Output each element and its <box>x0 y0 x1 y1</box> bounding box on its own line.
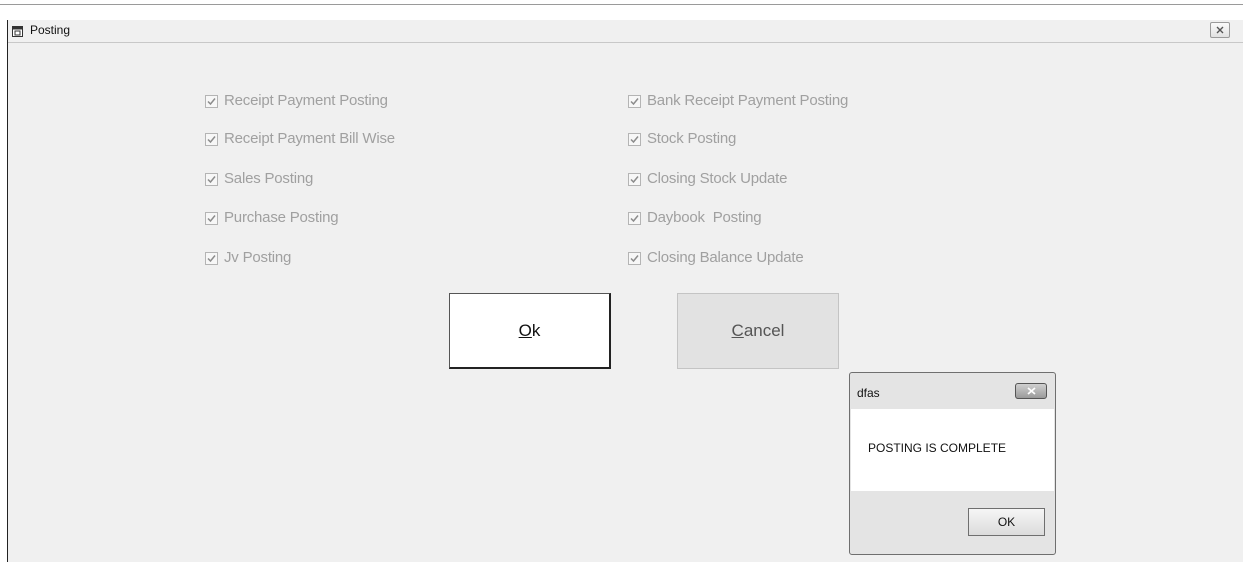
check-icon <box>207 176 216 184</box>
checkbox-label: Receipt Payment Bill Wise <box>224 130 395 147</box>
check-icon <box>207 215 216 223</box>
check-icon <box>207 136 216 144</box>
window-title: Posting <box>30 23 71 37</box>
checkbox-label: Stock Posting <box>647 130 737 147</box>
checkbox-label: Receipt Payment Posting <box>224 92 388 109</box>
posting-window: Posting Receipt Payment Posting Receipt … <box>7 20 1243 562</box>
dialog-title: dfas <box>857 386 880 400</box>
close-icon <box>1027 387 1036 395</box>
checkbox-box[interactable] <box>205 252 218 265</box>
checkbox-box[interactable] <box>205 95 218 108</box>
dialog-ok-button[interactable]: OK <box>968 508 1045 536</box>
checkbox-label: Jv Posting <box>224 249 292 266</box>
ok-mnemonic: O <box>518 320 532 340</box>
checkbox-box[interactable] <box>628 95 641 108</box>
check-icon <box>207 255 216 263</box>
cancel-label-rest: ancel <box>743 321 785 340</box>
check-icon <box>630 255 639 263</box>
background-window-edge <box>0 0 1243 5</box>
checkbox-box[interactable] <box>205 173 218 186</box>
checkbox-label: Closing Balance Update <box>647 249 804 266</box>
checkbox-box[interactable] <box>628 133 641 146</box>
check-icon <box>630 98 639 106</box>
checkbox-box[interactable] <box>628 173 641 186</box>
dialog-message: POSTING IS COMPLETE <box>868 441 1007 455</box>
checkbox-label: Bank Receipt Payment Posting <box>647 92 849 109</box>
checkbox-box[interactable] <box>205 212 218 225</box>
check-icon <box>630 136 639 144</box>
checkbox-box[interactable] <box>628 252 641 265</box>
checkbox-box[interactable] <box>628 212 641 225</box>
cancel-mnemonic: C <box>731 321 744 340</box>
checkbox-label: Daybook Posting <box>647 209 762 226</box>
checkbox-label: Sales Posting <box>224 170 314 187</box>
checkbox-box[interactable] <box>205 133 218 146</box>
cancel-button[interactable]: Cancel <box>677 293 839 369</box>
checkbox-label: Purchase Posting <box>224 209 339 226</box>
window-icon <box>12 24 23 37</box>
dialog-body: POSTING IS COMPLETE <box>851 409 1054 491</box>
window-close-button[interactable] <box>1210 22 1230 38</box>
close-icon <box>1216 26 1224 34</box>
check-icon <box>207 98 216 106</box>
dialog-close-button[interactable] <box>1015 383 1047 399</box>
check-icon <box>630 215 639 223</box>
check-icon <box>630 176 639 184</box>
title-bar: Posting <box>8 20 1243 43</box>
ok-button[interactable]: Ok <box>449 293 611 369</box>
ok-label-rest: k <box>531 320 541 340</box>
message-dialog: dfas POSTING IS COMPLETE OK <box>849 372 1056 555</box>
checkbox-label: Closing Stock Update <box>647 170 788 187</box>
